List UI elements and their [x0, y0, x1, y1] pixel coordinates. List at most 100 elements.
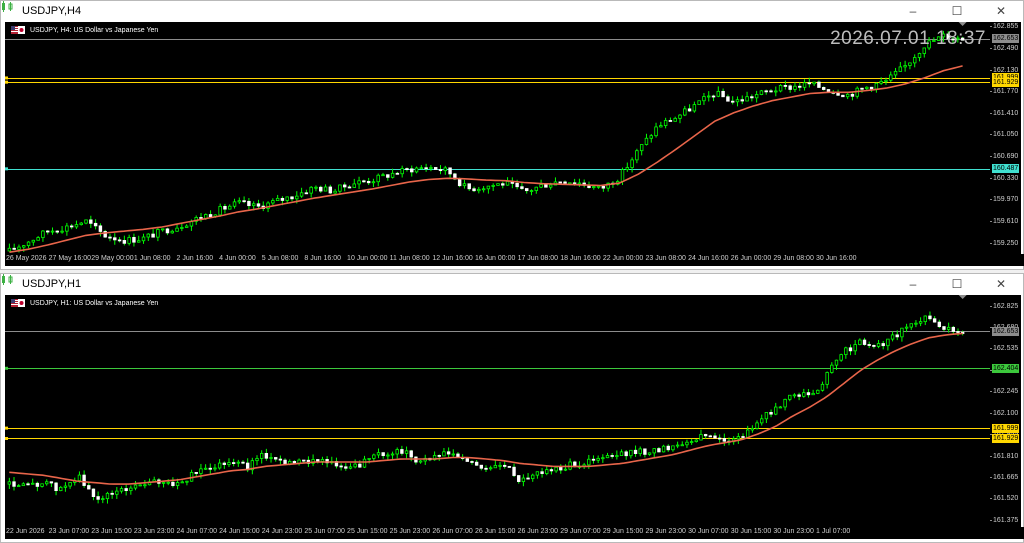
- candle: [400, 165, 404, 178]
- candle: [549, 467, 554, 475]
- time-axis-h4[interactable]: 26 May 2026 27 May 16:00 29 May 00:00 1 Jun…: [5, 254, 1024, 266]
- candle: [65, 222, 69, 236]
- time-axis-label: 11 Jun 08:00: [389, 255, 430, 262]
- candle: [124, 484, 128, 496]
- candle: [156, 226, 160, 242]
- candle: [750, 94, 754, 102]
- candle: [347, 185, 352, 189]
- candle: [663, 117, 668, 129]
- candle: [788, 84, 792, 93]
- candle: [488, 465, 493, 471]
- candle: [893, 67, 898, 79]
- close-button[interactable]: ✕: [979, 1, 1023, 20]
- candle: [98, 223, 103, 237]
- maximize-button[interactable]: ☐: [935, 274, 979, 293]
- maximize-button[interactable]: ☐: [935, 1, 979, 20]
- candle: [275, 194, 280, 201]
- candle: [661, 444, 666, 453]
- time-axis-label: 1 Jul 07:00: [816, 528, 851, 535]
- candle: [788, 394, 792, 402]
- candle: [545, 465, 549, 476]
- candle: [798, 82, 802, 91]
- time-axis-label: 30 Jun 16:00: [816, 255, 857, 262]
- candle: [503, 460, 507, 469]
- candle: [45, 479, 49, 486]
- candle: [830, 362, 834, 374]
- candle: [242, 196, 246, 204]
- candle: [372, 453, 376, 461]
- window-titlebar[interactable]: USDJPY,H4 – ☐ ✕: [1, 1, 1023, 20]
- candle: [630, 157, 634, 173]
- candle: [563, 180, 567, 184]
- candle: [683, 105, 687, 117]
- candle: [250, 457, 255, 475]
- time-axis-label: 26 Jun 23:00: [517, 528, 559, 535]
- candle: [472, 186, 476, 193]
- candle: [414, 166, 419, 174]
- candle: [848, 344, 853, 356]
- price-level-badge: 162.653: [992, 34, 1019, 44]
- window-titlebar[interactable]: USDJPY,H1 – ☐ ✕: [1, 274, 1023, 293]
- chart-shift-marker: [958, 295, 967, 299]
- price-chart-h1[interactable]: USDJPY, H1: US Dollar vs Japanese Yen: [5, 295, 990, 527]
- candle: [746, 425, 750, 438]
- candle: [568, 458, 572, 471]
- candle: [673, 116, 677, 122]
- candle: [956, 328, 960, 336]
- candle: [311, 454, 315, 467]
- chart-window-icon: [2, 1, 18, 16]
- candle: [334, 457, 339, 469]
- candle: [115, 487, 119, 499]
- candle: [558, 181, 562, 184]
- candle: [493, 460, 498, 469]
- candle: [410, 165, 414, 177]
- candle: [376, 448, 381, 459]
- candle: [605, 452, 610, 459]
- candle: [722, 433, 727, 446]
- chart-window-h1[interactable]: USDJPY,H1 – ☐ ✕ USDJPY, H1: US Dollar vs…: [0, 273, 1024, 543]
- candle: [213, 463, 217, 472]
- candle: [825, 371, 829, 389]
- time-axis-label: 23 Jun 23:00: [133, 528, 175, 535]
- candle: [764, 89, 768, 95]
- close-button[interactable]: ✕: [979, 274, 1023, 293]
- price-axis-label: 162.490: [990, 44, 1020, 53]
- candle: [845, 92, 850, 100]
- chart-shift-marker: [958, 22, 967, 26]
- minimize-button[interactable]: –: [891, 1, 935, 20]
- candle: [180, 480, 184, 484]
- candle: [707, 91, 711, 102]
- candle: [227, 458, 231, 468]
- minimize-button[interactable]: –: [891, 274, 935, 293]
- candle: [333, 188, 337, 195]
- candle: [535, 471, 540, 479]
- candle: [353, 459, 357, 469]
- candle: [928, 311, 932, 321]
- candle: [526, 473, 530, 480]
- candle: [764, 412, 769, 424]
- candle: [890, 331, 895, 342]
- chart-window-h4[interactable]: USDJPY,H4 – ☐ ✕ USDJPY, H4: US Dollar vs…: [0, 0, 1024, 270]
- candle: [659, 121, 663, 128]
- candle: [680, 441, 684, 447]
- time-axis-label: 12 Jun 16:00: [432, 255, 473, 262]
- price-chart-h4[interactable]: USDJPY, H4: US Dollar vs Japanese Yen 20…: [5, 22, 990, 254]
- price-axis-h1[interactable]: 162.825162.680162.535162.390162.245162.1…: [990, 295, 1021, 527]
- price-level-badge: 162.653: [992, 326, 1019, 336]
- candle: [876, 340, 881, 349]
- candle: [675, 441, 680, 449]
- time-axis-label: 23 Jun 15:00: [91, 528, 132, 535]
- price-level-badge: 161.999: [992, 423, 1019, 433]
- price-axis-h4[interactable]: 162.855 162.490 162.130 161.770 161.410 161.0…: [990, 22, 1021, 254]
- candle: [839, 353, 843, 362]
- time-axis-label: 10 Jun 00:00: [347, 255, 388, 262]
- symbol-description: USDJPY, H1: US Dollar vs Japanese Yen: [30, 299, 159, 307]
- candle: [400, 445, 404, 456]
- candle: [12, 477, 16, 491]
- time-axis-label: 24 Jun 16:00: [688, 255, 729, 262]
- candle: [424, 163, 428, 172]
- candle: [84, 219, 88, 225]
- candle: [689, 438, 694, 445]
- candle: [446, 447, 451, 459]
- time-axis-h1[interactable]: 22 Jun 2026 23 Jun 07:00 23 Jun 15:00 23 Ju…: [5, 527, 1024, 539]
